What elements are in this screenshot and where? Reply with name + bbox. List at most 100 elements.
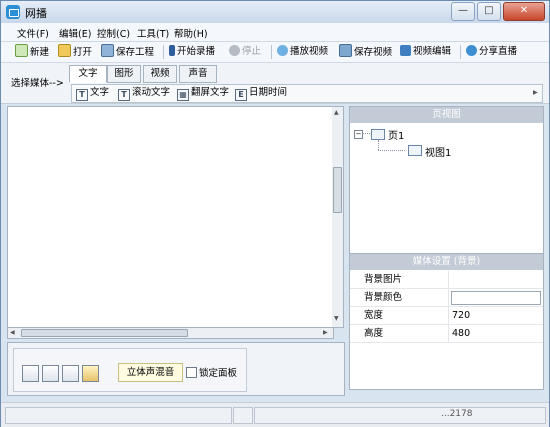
text-icon: T	[76, 89, 88, 101]
scrolling-text-icon: T	[118, 89, 130, 101]
new-button[interactable]: 新建	[15, 44, 49, 60]
page-icon	[371, 129, 385, 140]
video-edit-label: 视频编辑	[413, 46, 452, 57]
collapse-icon[interactable]: −	[354, 130, 363, 139]
page-text-icon: ▦	[177, 89, 189, 101]
stop-button[interactable]: 停止	[229, 44, 261, 60]
save-video-label: 保存视频	[354, 47, 393, 58]
prop-divider	[448, 325, 449, 342]
stop-icon	[229, 45, 240, 56]
tab-audio[interactable]: 声音	[179, 65, 217, 83]
prop-divider	[448, 307, 449, 324]
prop-key: 背景颜色	[364, 292, 403, 303]
vertical-scroll-thumb[interactable]	[333, 167, 342, 213]
menu-file[interactable]: 文件(F)	[17, 26, 49, 40]
save-icon	[101, 44, 114, 57]
window-title: 网播	[25, 7, 47, 20]
date-time-label: 日期时间	[249, 87, 288, 98]
maximize-button[interactable]: □	[477, 2, 501, 21]
scrolling-text-button[interactable]: T 滚动文字	[118, 86, 170, 101]
video-edit-button[interactable]: 视频编辑	[400, 44, 451, 60]
prop-row-width[interactable]: 宽度 720	[350, 307, 543, 325]
text-type-bar: T 文字 T 滚动文字 ▦ 翻屏文字 E 日期时间 ▸	[71, 84, 543, 103]
preview-canvas[interactable]	[7, 106, 334, 328]
prop-row-bg-image[interactable]: 背景图片	[350, 271, 543, 289]
lock-panel-checkbox[interactable]	[186, 367, 197, 378]
tree-node-page[interactable]: 页1	[388, 127, 404, 142]
close-button[interactable]: ✕	[503, 2, 545, 21]
refresh-icon[interactable]	[22, 365, 39, 382]
menu-edit[interactable]: 编辑(E)	[59, 26, 91, 40]
open-label: 打开	[73, 47, 93, 58]
more-arrow-icon[interactable]: ▸	[533, 86, 538, 100]
tab-video[interactable]: 视频	[143, 65, 177, 83]
play-video-label: 播放视频	[290, 46, 329, 57]
play-video-button[interactable]: 播放视频	[277, 44, 328, 60]
page-text-label: 翻屏文字	[191, 87, 230, 98]
save-video-icon	[339, 44, 352, 57]
horizontal-scrollbar[interactable]: ◀ ▶	[7, 327, 334, 339]
open-button[interactable]: 打开	[58, 44, 92, 60]
app-icon	[6, 5, 20, 19]
scroll-left-icon[interactable]: ◀	[10, 329, 15, 336]
record-bars-icon	[169, 45, 175, 56]
horizontal-scroll-thumb[interactable]	[21, 329, 188, 337]
menu-control[interactable]: 控制(C)	[97, 26, 130, 40]
page-text-button[interactable]: ▦ 翻屏文字	[177, 86, 229, 101]
tree-connector	[378, 140, 379, 150]
prop-key: 高度	[364, 328, 384, 339]
width-value[interactable]: 720	[452, 307, 470, 324]
status-text: ...2178	[441, 409, 473, 419]
menu-help[interactable]: 帮助(H)	[174, 26, 208, 40]
vertical-scrollbar[interactable]: ▲ ▼	[332, 106, 344, 328]
media-settings-panel: 媒体设置 (背景) 背景图片 背景颜色 宽度 720 高度 480	[349, 253, 544, 390]
save-project-label: 保存工程	[116, 47, 155, 58]
tab-text[interactable]: 文字	[69, 65, 107, 83]
page-icon-button[interactable]	[62, 365, 79, 382]
view-icon	[408, 145, 422, 156]
tree-node-view[interactable]: 视图1	[425, 144, 451, 159]
prop-key: 宽度	[364, 310, 384, 321]
tree-connector	[378, 150, 405, 151]
tab-shape[interactable]: 图形	[107, 65, 141, 83]
scroll-down-icon[interactable]: ▼	[334, 315, 339, 322]
lock-panel-label: 锁定面板	[199, 368, 238, 379]
play-icon	[277, 45, 288, 56]
text-label: 文字	[90, 87, 110, 98]
audio-control-panel: 立体声混音 锁定面板	[7, 342, 345, 396]
scroll-right-icon[interactable]: ▶	[323, 329, 328, 336]
stereo-mix-field[interactable]: 立体声混音	[118, 363, 183, 382]
speaker-icon[interactable]	[82, 365, 99, 382]
title-bar: 网播 — □ ✕	[1, 1, 549, 23]
minimize-button[interactable]: —	[451, 2, 475, 21]
height-value[interactable]: 480	[452, 325, 470, 342]
save-project-button[interactable]: 保存工程	[101, 44, 154, 60]
text-button[interactable]: T 文字	[76, 86, 109, 101]
start-record-button[interactable]: 开始录播	[169, 44, 215, 60]
menu-bar: 文件(F) 编辑(E) 控制(C) 工具(T) 帮助(H)	[1, 23, 549, 42]
scroll-up-icon[interactable]: ▲	[334, 109, 339, 116]
menu-tools[interactable]: 工具(T)	[137, 26, 169, 40]
start-record-label: 开始录播	[177, 46, 216, 57]
prop-key: 背景图片	[364, 274, 403, 285]
prop-divider	[448, 289, 449, 306]
prop-row-bg-color[interactable]: 背景颜色	[350, 289, 543, 307]
share-live-label: 分享直播	[479, 46, 518, 57]
media-select-bar: 选择媒体--> 文字 图形 视频 声音 T 文字 T 滚动文字 ▦ 翻屏文字 E 日期时…	[1, 63, 549, 104]
media-select-label: 选择媒体-->	[11, 78, 64, 89]
page-view-panel: 页视图 − 页1 视图1	[349, 106, 544, 260]
tree-connector	[362, 133, 370, 134]
status-cell	[233, 407, 253, 424]
share-icon	[466, 45, 477, 56]
date-time-button[interactable]: E 日期时间	[235, 86, 287, 101]
prop-row-height[interactable]: 高度 480	[350, 325, 543, 343]
bg-color-field[interactable]	[451, 291, 541, 305]
share-live-button[interactable]: 分享直播	[466, 44, 517, 60]
new-label: 新建	[30, 47, 50, 58]
toolbar: 新建 打开 保存工程 开始录播 停止 播放视频 保存视频 视频编辑 分享直播	[1, 42, 549, 63]
status-cell	[5, 407, 232, 424]
mute-icon[interactable]	[42, 365, 59, 382]
save-video-button[interactable]: 保存视频	[339, 44, 392, 60]
scrolling-text-label: 滚动文字	[132, 87, 171, 98]
status-cell	[254, 407, 546, 424]
